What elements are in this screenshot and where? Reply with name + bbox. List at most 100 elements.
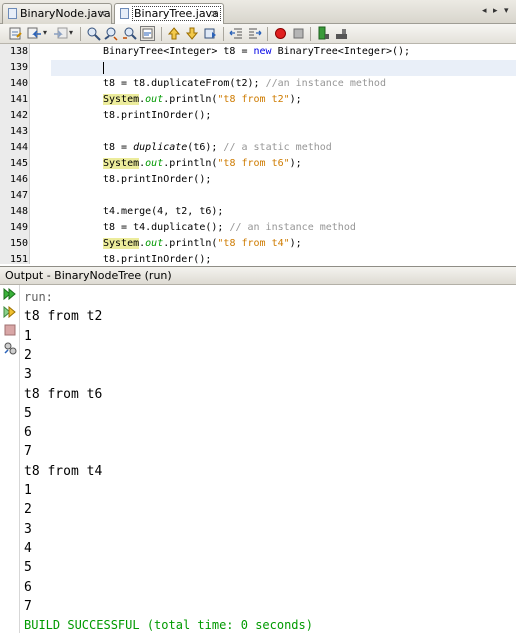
find-selection-icon[interactable] xyxy=(86,26,101,41)
code-line[interactable]: 147 xyxy=(0,188,516,204)
code-token: duplicate xyxy=(133,142,188,153)
code-line[interactable]: 144 t8 = duplicate(t6); // a static metho… xyxy=(0,140,516,156)
code-token: out xyxy=(145,238,164,249)
back-dropdown-icon[interactable]: ▾ xyxy=(43,28,47,37)
code-text: t8 = t4.duplicate(); // an instance meth… xyxy=(103,220,356,236)
code-editor[interactable]: 138 BinaryTree<Integer> t8 = new BinaryTr… xyxy=(0,44,516,264)
shift-left-icon[interactable] xyxy=(229,26,244,41)
code-token: t8 = t8.duplicateFrom(t2); xyxy=(103,78,266,89)
toggle-highlight-icon[interactable] xyxy=(140,26,155,41)
code-token: .println( xyxy=(163,94,218,105)
code-token: // a static method xyxy=(223,142,332,153)
output-window-title[interactable]: Output - BinaryNodeTree (run) xyxy=(0,266,516,285)
forward-icon[interactable] xyxy=(53,26,68,41)
editor-tab-bar: BinaryNode.java × BinaryTree.java × ◂ ▸ … xyxy=(0,0,516,25)
code-line[interactable]: 138 BinaryTree<Integer> t8 = new BinaryTr… xyxy=(0,44,516,60)
scroll-tabs-left-icon[interactable]: ◂ xyxy=(482,6,487,16)
line-number: 150 xyxy=(9,238,28,249)
output-line: 3 xyxy=(24,367,32,383)
output-line: t8 from t2 xyxy=(24,309,103,325)
code-text: t8.printInOrder(); xyxy=(103,172,211,188)
code-token: out xyxy=(145,158,164,169)
code-token: System xyxy=(103,94,140,105)
output-line: t8 from t6 xyxy=(24,386,103,402)
code-line[interactable]: 149 t8 = t4.duplicate(); // an instance m… xyxy=(0,220,516,236)
stop-macro-icon[interactable] xyxy=(291,26,306,41)
shift-right-icon[interactable] xyxy=(247,26,262,41)
line-number: 148 xyxy=(9,206,28,217)
output-line: 5 xyxy=(24,405,32,421)
output-line: 7 xyxy=(24,598,32,614)
find-next-icon[interactable] xyxy=(122,26,137,41)
output-line: 6 xyxy=(24,425,32,441)
settings-icon[interactable] xyxy=(3,341,17,355)
line-number: 140 xyxy=(9,78,28,89)
code-line[interactable]: 146 t8.printInOrder(); xyxy=(0,172,516,188)
show-opened-documents-icon[interactable]: ▾ xyxy=(504,6,509,16)
line-number: 139 xyxy=(9,62,28,73)
forward-dropdown-icon[interactable]: ▾ xyxy=(69,28,73,37)
code-text: t4.merge(4, t2, t6); xyxy=(103,204,223,220)
code-line[interactable]: 143 xyxy=(0,124,516,140)
close-tab-icon[interactable]: × xyxy=(98,4,107,23)
code-line[interactable]: 141 System.out.println("t8 from t2"); xyxy=(0,92,516,108)
code-token: // an instance method xyxy=(229,222,356,233)
code-token: ); xyxy=(289,158,302,169)
output-console[interactable]: run: t8 from t2 1 2 3 t8 from t6 5 6 7 t8 from t4… xyxy=(20,285,516,633)
tab-label: BinaryTree.java xyxy=(132,6,221,21)
line-number: 149 xyxy=(9,222,28,233)
last-edit-icon[interactable] xyxy=(8,26,23,41)
previous-bookmark-icon[interactable] xyxy=(167,26,182,41)
line-number: 146 xyxy=(9,174,28,185)
code-token: t4.merge(4, t2, t6); xyxy=(103,206,224,217)
code-line[interactable]: 139 xyxy=(0,60,516,76)
tab-binarytree-java[interactable]: BinaryTree.java × xyxy=(114,3,224,25)
stop-icon[interactable] xyxy=(3,323,17,337)
code-token: "t8 from t2" xyxy=(217,94,290,105)
code-text: t8 = t8.duplicateFrom(t2); //an instance… xyxy=(103,76,386,92)
next-bookmark-icon[interactable] xyxy=(185,26,200,41)
toolbar-separator xyxy=(223,27,224,41)
code-token: t8.printInOrder(); xyxy=(103,254,212,264)
back-icon[interactable] xyxy=(27,26,42,41)
code-line[interactable]: 151 t8.printInOrder(); xyxy=(0,252,516,264)
output-line: 1 xyxy=(24,483,32,498)
output-line: t8 from t4 xyxy=(24,463,103,479)
line-number: 151 xyxy=(9,254,28,264)
code-token: out xyxy=(145,94,164,105)
output-line: 1 xyxy=(24,328,32,344)
code-line[interactable]: 148 t4.merge(4, t2, t6); xyxy=(0,204,516,220)
find-previous-icon[interactable] xyxy=(104,26,119,41)
code-line[interactable]: 142 t8.printInOrder(); xyxy=(0,108,516,124)
line-number: 141 xyxy=(9,94,28,105)
code-line[interactable]: 140 t8 = t8.duplicateFrom(t2); //an insta… xyxy=(0,76,516,92)
rerun-with-options-icon[interactable] xyxy=(3,305,17,319)
close-tab-icon[interactable]: × xyxy=(210,4,219,23)
rerun-icon[interactable] xyxy=(3,287,17,301)
code-token: ); xyxy=(289,94,302,105)
toolbar-separator xyxy=(161,27,162,41)
code-text: System.out.println("t8 from t2"); xyxy=(103,92,302,108)
code-token: t8 = xyxy=(103,142,134,153)
scroll-tabs-right-icon[interactable]: ▸ xyxy=(493,6,498,16)
code-token: //an instance method xyxy=(265,78,386,89)
code-line[interactable]: 150 System.out.println("t8 from t4"); xyxy=(0,236,516,252)
code-line[interactable]: 145 System.out.println("t8 from t6"); xyxy=(0,156,516,172)
code-text: t8 = duplicate(t6); // a static method xyxy=(103,140,332,156)
code-token: new xyxy=(253,46,272,57)
tab-binarynode-java[interactable]: BinaryNode.java × xyxy=(2,3,112,24)
uncomment-icon[interactable] xyxy=(334,26,349,41)
output-line: 6 xyxy=(24,579,32,595)
code-token: t8 = t4.duplicate(); xyxy=(103,222,230,233)
output-title: Output - BinaryNodeTree (run) xyxy=(5,269,172,282)
line-number: 138 xyxy=(9,46,28,57)
output-build-status: BUILD SUCCESSFUL (total time: 0 seconds) xyxy=(24,618,313,633)
output-run-label: run: xyxy=(24,290,53,304)
start-macro-icon[interactable] xyxy=(273,26,288,41)
toggle-bookmark-icon[interactable] xyxy=(203,26,218,41)
code-token: .println( xyxy=(163,158,218,169)
code-token: System xyxy=(103,238,140,249)
code-token: BinaryTree<Integer>(); xyxy=(271,46,411,57)
output-line: 4 xyxy=(24,540,32,556)
comment-icon[interactable] xyxy=(316,26,331,41)
